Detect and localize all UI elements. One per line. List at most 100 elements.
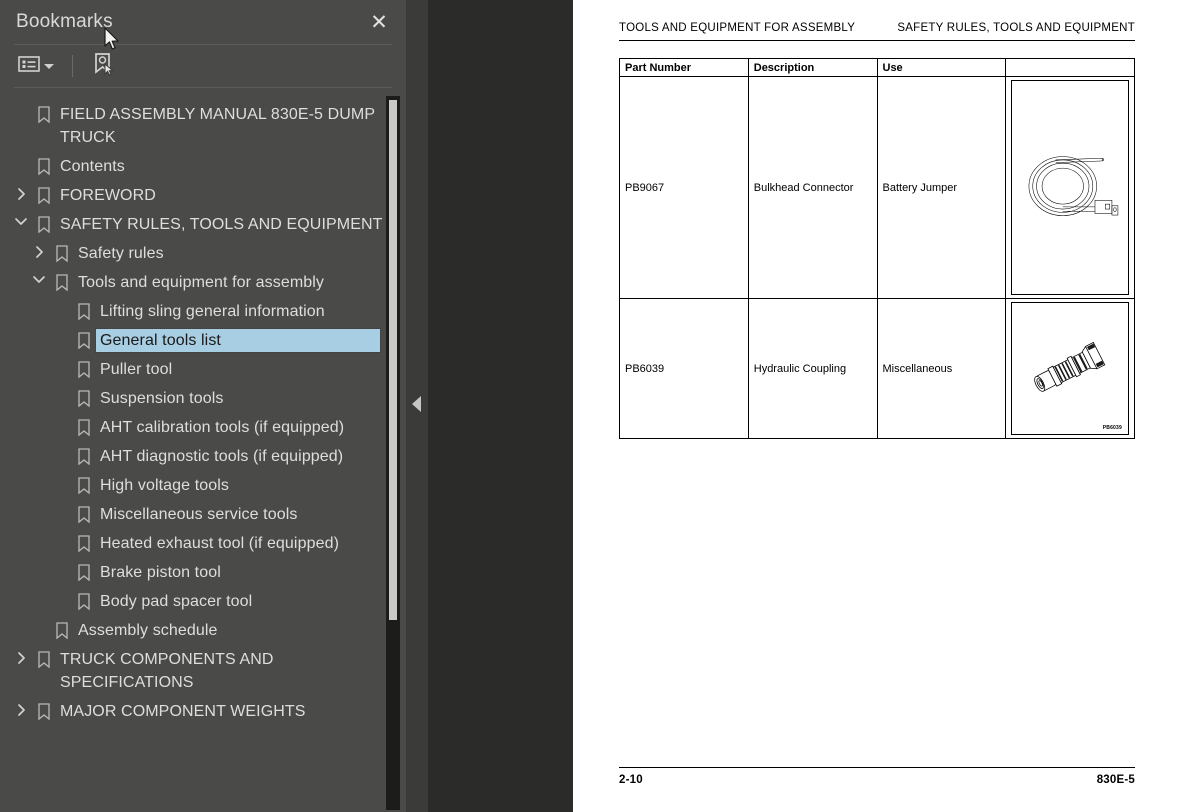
sidebar-scrollbar[interactable] bbox=[386, 96, 400, 810]
bookmark-item-label: FIELD ASSEMBLY MANUAL 830E-5 DUMP TRUCK bbox=[60, 106, 375, 146]
chevron-right-icon[interactable] bbox=[28, 242, 50, 259]
cell-use: Battery Jumper bbox=[882, 181, 958, 194]
bookmark-icon bbox=[32, 213, 56, 234]
close-icon[interactable]: ✕ bbox=[366, 9, 392, 35]
bookmark-item[interactable]: Lifting sling general information bbox=[0, 297, 406, 326]
bookmark-item[interactable]: Miscellaneous service tools bbox=[0, 500, 406, 529]
cell-use: Miscellaneous bbox=[882, 362, 953, 375]
pdf-viewer-window: Bookmarks ✕ FIELD ASSEMBLY MANUAL 830E-5… bbox=[0, 0, 1200, 812]
bookmark-icon bbox=[72, 445, 96, 466]
bookmark-item[interactable]: AHT calibration tools (if equipped) bbox=[0, 413, 406, 442]
column-header-use: Use bbox=[876, 58, 1007, 78]
bookmark-icon bbox=[32, 648, 56, 669]
sidebar-scrollbar-thumb[interactable] bbox=[389, 100, 397, 620]
bookmark-icon bbox=[72, 329, 96, 350]
bookmark-item[interactable]: Heated exhaust tool (if equipped) bbox=[0, 529, 406, 558]
cell-part-number: PB6039 bbox=[625, 362, 665, 375]
bookmark-tree: FIELD ASSEMBLY MANUAL 830E-5 DUMP TRUCK C… bbox=[0, 92, 406, 812]
bookmark-item[interactable]: AHT diagnostic tools (if equipped) bbox=[0, 442, 406, 471]
bookmark-item-label: Lifting sling general information bbox=[100, 303, 325, 320]
bookmark-item-label: High voltage tools bbox=[100, 477, 229, 494]
page-header-left: TOOLS AND EQUIPMENT FOR ASSEMBLY bbox=[619, 22, 856, 34]
page-footer: 2-10 830E-5 bbox=[619, 766, 1135, 786]
bookmark-item-label: SAFETY RULES, TOOLS AND EQUIPMENT bbox=[60, 216, 383, 233]
bookmark-icon bbox=[72, 590, 96, 611]
bookmark-item-label: FOREWORD bbox=[60, 187, 156, 204]
column-header-image bbox=[1005, 58, 1135, 78]
bookmarks-header: Bookmarks ✕ bbox=[0, 0, 406, 44]
bookmark-icon bbox=[72, 503, 96, 524]
hydraulic-coupling-illustration: PB6039 bbox=[1011, 302, 1129, 436]
bookmark-icon bbox=[32, 700, 56, 721]
bookmark-options-button[interactable] bbox=[14, 52, 58, 81]
bookmark-item-label: Body pad spacer tool bbox=[100, 593, 253, 610]
bookmark-item-label: AHT diagnostic tools (if equipped) bbox=[100, 448, 344, 465]
bookmark-item[interactable]: General tools list bbox=[0, 326, 406, 355]
tools-table: Part Number Description Use PB9067 Bulkh… bbox=[619, 58, 1135, 440]
bookmark-item[interactable]: FOREWORD bbox=[0, 181, 406, 210]
chevron-down-icon[interactable] bbox=[10, 213, 32, 227]
bookmark-item[interactable]: Suspension tools bbox=[0, 384, 406, 413]
new-bookmark-button[interactable] bbox=[87, 49, 121, 84]
bookmark-item-label: Suspension tools bbox=[100, 390, 224, 407]
bookmark-item-label: Contents bbox=[60, 158, 125, 175]
bookmark-icon bbox=[72, 474, 96, 495]
table-row: PB6039 Hydraulic Coupling Miscellaneous bbox=[619, 298, 1135, 440]
bookmark-icon bbox=[50, 242, 74, 263]
bookmark-item[interactable]: Brake piston tool bbox=[0, 558, 406, 587]
toolbar-divider bbox=[72, 55, 73, 77]
image-caption: PB6039 bbox=[1102, 425, 1122, 432]
document-code: 830E-5 bbox=[1096, 774, 1135, 786]
bookmark-item[interactable]: Tools and equipment for assembly bbox=[0, 268, 406, 297]
chevron-right-icon[interactable] bbox=[10, 700, 32, 717]
bookmark-icon bbox=[72, 561, 96, 582]
bookmark-item[interactable]: Assembly schedule bbox=[0, 616, 406, 645]
bookmark-item[interactable]: TRUCK COMPONENTS AND SPECIFICATIONS bbox=[0, 645, 406, 697]
bookmark-icon bbox=[32, 155, 56, 176]
bookmark-item[interactable]: Safety rules bbox=[0, 239, 406, 268]
bookmark-item-label: Heated exhaust tool (if equipped) bbox=[100, 535, 340, 552]
chevron-right-icon[interactable] bbox=[10, 648, 32, 665]
table-row: PB9067 Bulkhead Connector Battery Jumper bbox=[619, 76, 1135, 300]
bookmark-item-label: General tools list bbox=[95, 328, 381, 353]
bookmark-item-label: MAJOR COMPONENT WEIGHTS bbox=[60, 703, 306, 720]
toolbar-divider-line bbox=[14, 87, 392, 88]
page-number: 2-10 bbox=[619, 774, 643, 786]
bookmark-item[interactable]: Contents bbox=[0, 152, 406, 181]
chevron-right-icon[interactable] bbox=[10, 184, 32, 201]
bookmark-icon bbox=[50, 271, 74, 292]
bookmark-item-label: Assembly schedule bbox=[78, 622, 218, 639]
bookmark-item[interactable]: MAJOR COMPONENT WEIGHTS bbox=[0, 697, 406, 726]
bookmark-icon bbox=[72, 358, 96, 379]
document-page-area: TOOLS AND EQUIPMENT FOR ASSEMBLY SAFETY … bbox=[573, 0, 1200, 812]
bookmark-item-label: Puller tool bbox=[100, 361, 173, 378]
cell-part-number: PB9067 bbox=[625, 181, 665, 194]
bookmark-item[interactable]: High voltage tools bbox=[0, 471, 406, 500]
bookmark-item-label: Safety rules bbox=[78, 245, 164, 262]
bookmark-item[interactable]: Puller tool bbox=[0, 355, 406, 384]
bookmark-item[interactable]: Body pad spacer tool bbox=[0, 587, 406, 616]
column-header-part-number: Part Number bbox=[619, 58, 749, 78]
document-page: TOOLS AND EQUIPMENT FOR ASSEMBLY SAFETY … bbox=[573, 0, 1200, 812]
collapse-panel-icon[interactable] bbox=[412, 396, 421, 412]
bookmark-icon bbox=[32, 103, 56, 124]
bookmark-item-label: Brake piston tool bbox=[100, 564, 221, 581]
bookmark-item[interactable]: SAFETY RULES, TOOLS AND EQUIPMENT bbox=[0, 210, 406, 239]
bookmark-item[interactable]: FIELD ASSEMBLY MANUAL 830E-5 DUMP TRUCK bbox=[0, 100, 406, 152]
bookmarks-toolbar bbox=[0, 45, 406, 87]
chevron-down-icon[interactable] bbox=[28, 271, 50, 285]
bookmark-icon bbox=[32, 184, 56, 205]
cell-description: Hydraulic Coupling bbox=[753, 362, 847, 375]
bookmark-item-label: TRUCK COMPONENTS AND SPECIFICATIONS bbox=[60, 651, 274, 691]
cell-description: Bulkhead Connector bbox=[753, 181, 854, 194]
